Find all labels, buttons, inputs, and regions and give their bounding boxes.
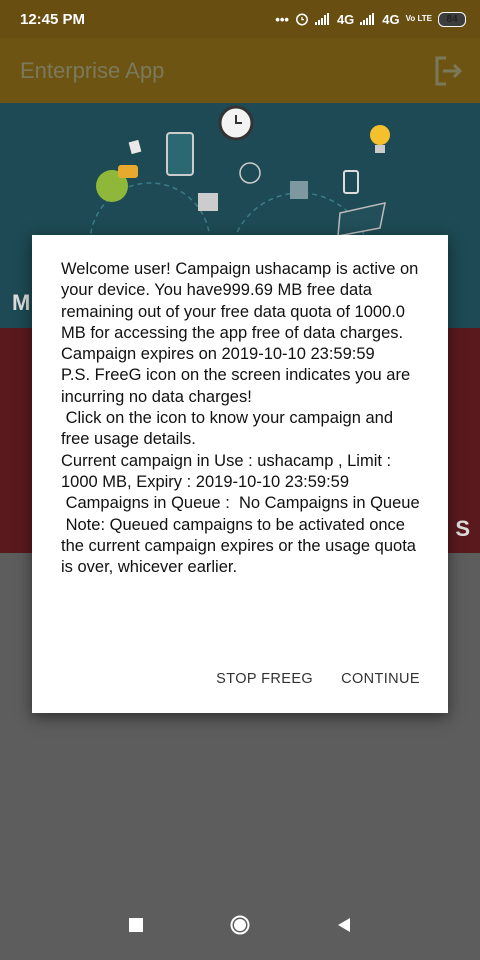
circle-icon — [230, 915, 250, 935]
menu-card-title: S — [455, 516, 470, 541]
status-bar: 12:45 PM ••• 4G 4G Vo LTE 84 — [0, 0, 480, 38]
signal-icon-2 — [360, 13, 375, 25]
status-time: 12:45 PM — [20, 10, 86, 28]
recents-button[interactable] — [124, 913, 148, 937]
logout-icon[interactable] — [430, 53, 466, 89]
campaign-dialog: Welcome user! Campaign ushacamp is activ… — [32, 235, 448, 713]
home-button[interactable] — [228, 913, 252, 937]
dialog-message: Welcome user! Campaign ushacamp is activ… — [61, 260, 420, 577]
battery-icon: 84 — [438, 11, 466, 27]
volte-indicator: Vo LTE — [405, 14, 432, 23]
app-title: Enterprise App — [20, 57, 165, 83]
navigation-bar — [0, 890, 480, 960]
signal-icon-1 — [314, 13, 329, 25]
back-button[interactable] — [332, 913, 356, 937]
more-dots-icon: ••• — [275, 11, 289, 27]
status-icons: ••• 4G 4G Vo LTE 84 — [275, 11, 466, 27]
app-bar: Enterprise App — [0, 38, 480, 103]
dialog-actions: STOP FREEG CONTINUE — [216, 671, 420, 687]
network-type-2: 4G — [382, 11, 400, 27]
battery-level: 84 — [446, 13, 458, 25]
continue-button[interactable]: CONTINUE — [341, 671, 420, 687]
triangle-back-icon — [338, 918, 350, 932]
square-icon — [129, 918, 143, 932]
stop-freeg-button[interactable]: STOP FREEG — [216, 671, 313, 687]
alarm-icon — [295, 13, 308, 26]
banner-card-title: M — [12, 290, 31, 315]
network-type-1: 4G — [336, 11, 355, 27]
